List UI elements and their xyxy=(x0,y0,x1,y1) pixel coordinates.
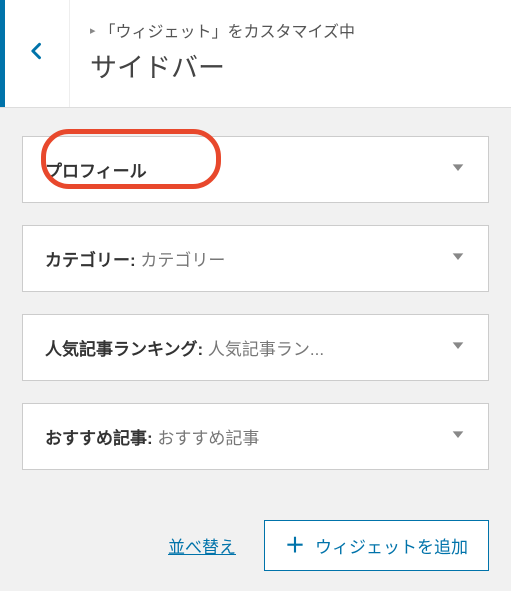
caret-right-icon: ▸ xyxy=(90,24,96,37)
widget-value: カテゴリー xyxy=(140,251,225,270)
widget-label: 人気記事ランキング: 人気記事ラン... xyxy=(45,335,324,360)
widget-item-popular[interactable]: 人気記事ランキング: 人気記事ラン... xyxy=(22,314,489,381)
widget-label: おすすめ記事: おすすめ記事 xyxy=(45,424,259,449)
chevron-down-icon xyxy=(450,426,466,447)
footer-actions: 並べ替え ＋ ウィジェットを追加 xyxy=(0,510,511,591)
widget-label: プロフィール xyxy=(45,157,147,182)
widget-item-profile[interactable]: プロフィール xyxy=(22,136,489,203)
widget-name: 人気記事ランキング xyxy=(45,340,198,359)
widget-item-categories[interactable]: カテゴリー: カテゴリー xyxy=(22,225,489,292)
widget-name: おすすめ記事 xyxy=(45,429,147,448)
widget-value: おすすめ記事 xyxy=(157,429,259,448)
page-title: サイドバー xyxy=(90,46,491,85)
chevron-down-icon xyxy=(450,159,466,180)
breadcrumb: ▸ 「ウィジェット」をカスタマイズ中 xyxy=(90,18,491,42)
header-text: ▸ 「ウィジェット」をカスタマイズ中 サイドバー xyxy=(70,0,511,107)
breadcrumb-label: 「ウィジェット」をカスタマイズ中 xyxy=(100,18,356,42)
chevron-down-icon xyxy=(450,248,466,269)
widget-label: カテゴリー: カテゴリー xyxy=(45,246,225,271)
widget-name: カテゴリー xyxy=(45,251,130,270)
widget-value: 人気記事ラン... xyxy=(208,340,324,359)
add-widget-button[interactable]: ＋ ウィジェットを追加 xyxy=(264,520,489,571)
reorder-link[interactable]: 並べ替え xyxy=(168,533,236,558)
chevron-left-icon xyxy=(27,37,47,70)
plus-icon: ＋ xyxy=(285,536,305,556)
add-widget-label: ウィジェットを追加 xyxy=(315,533,468,558)
customizer-header: ▸ 「ウィジェット」をカスタマイズ中 サイドバー xyxy=(0,0,511,108)
widget-item-recommended[interactable]: おすすめ記事: おすすめ記事 xyxy=(22,403,489,470)
back-button[interactable] xyxy=(0,0,70,107)
widget-list: プロフィール カテゴリー: カテゴリー 人気記事ランキング: 人気記事ラン...… xyxy=(0,108,511,510)
chevron-down-icon xyxy=(450,337,466,358)
widget-name: プロフィール xyxy=(45,162,147,181)
